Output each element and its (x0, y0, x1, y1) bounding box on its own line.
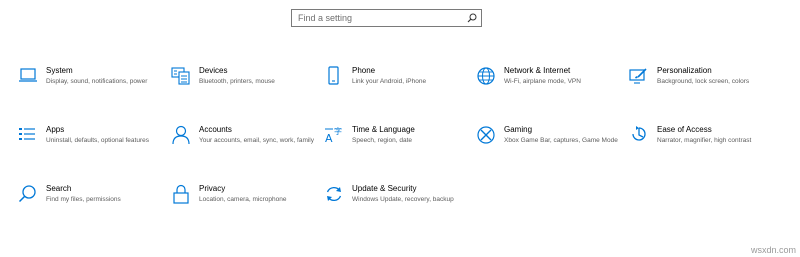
tile-title: Accounts (199, 125, 232, 134)
svg-text:A: A (325, 132, 333, 145)
tile-description: Your accounts, email, sync, work, family (199, 137, 314, 144)
paint-icon (629, 66, 649, 86)
tile-time-language[interactable]: A字 Time & Language Speech, region, date (324, 125, 469, 173)
magnifier-icon (18, 184, 38, 204)
list-icon (18, 125, 38, 145)
tile-personalization[interactable]: Personalization Background, lock screen,… (629, 66, 774, 114)
svg-text:字: 字 (334, 126, 342, 136)
laptop-icon (18, 66, 38, 86)
ease-of-access-icon (629, 125, 649, 145)
tile-title: Personalization (657, 66, 712, 75)
globe-icon (476, 66, 496, 86)
tile-system[interactable]: System Display, sound, notifications, po… (18, 66, 163, 114)
tile-description: Link your Android, iPhone (352, 78, 427, 85)
time-language-icon: A字 (324, 125, 344, 145)
xbox-icon (476, 125, 496, 145)
tile-search[interactable]: Search Find my files, permissions (18, 184, 163, 232)
tile-apps[interactable]: Apps Uninstall, defaults, optional featu… (18, 125, 163, 173)
tile-description: Background, lock screen, colors (657, 78, 750, 85)
search-input[interactable] (292, 10, 462, 26)
phone-icon (324, 66, 344, 86)
tile-description: Display, sound, notifications, power (46, 78, 148, 85)
watermark: wsxdn.com (750, 245, 796, 255)
tile-description: Windows Update, recovery, backup (352, 196, 454, 203)
tile-description: Speech, region, date (352, 137, 412, 144)
tile-description: Find my files, permissions (46, 196, 121, 203)
tile-description: Narrator, magnifier, high contrast (657, 137, 752, 144)
tile-title: Search (46, 184, 72, 193)
tile-title: Devices (199, 66, 228, 75)
tile-description: Xbox Game Bar, captures, Game Mode (504, 137, 618, 144)
tile-description: Uninstall, defaults, optional features (46, 137, 149, 144)
keyboard-icon (171, 66, 191, 86)
person-icon (171, 125, 191, 145)
tile-gaming[interactable]: Gaming Xbox Game Bar, captures, Game Mod… (476, 125, 621, 173)
tile-title: Apps (46, 125, 65, 134)
tile-title: Phone (352, 66, 376, 75)
tile-description: Location, camera, microphone (199, 196, 287, 203)
tile-accounts[interactable]: Accounts Your accounts, email, sync, wor… (171, 125, 316, 173)
tile-description: Wi-Fi, airplane mode, VPN (504, 78, 581, 85)
tile-title: Time & Language (352, 125, 415, 134)
tile-title: Privacy (199, 184, 226, 193)
tile-privacy[interactable]: Privacy Location, camera, microphone (171, 184, 316, 232)
tile-title: Gaming (504, 125, 533, 134)
sync-icon (324, 184, 344, 204)
tile-phone[interactable]: Phone Link your Android, iPhone (324, 66, 469, 114)
tile-title: Update & Security (352, 184, 417, 193)
tile-ease-of-access[interactable]: Ease of Access Narrator, magnifier, high… (629, 125, 774, 173)
tile-update-security[interactable]: Update & Security Windows Update, recove… (324, 184, 469, 232)
lock-icon (171, 184, 191, 204)
tile-description: Bluetooth, printers, mouse (199, 78, 275, 85)
tile-title: Network & Internet (504, 66, 571, 75)
tile-title: System (46, 66, 73, 75)
tile-network-internet[interactable]: Network & Internet Wi-Fi, airplane mode,… (476, 66, 621, 114)
find-setting-search-box[interactable] (291, 9, 482, 27)
tile-devices[interactable]: Devices Bluetooth, printers, mouse (171, 66, 316, 114)
search-icon[interactable] (465, 11, 479, 25)
tile-title: Ease of Access (657, 125, 712, 134)
